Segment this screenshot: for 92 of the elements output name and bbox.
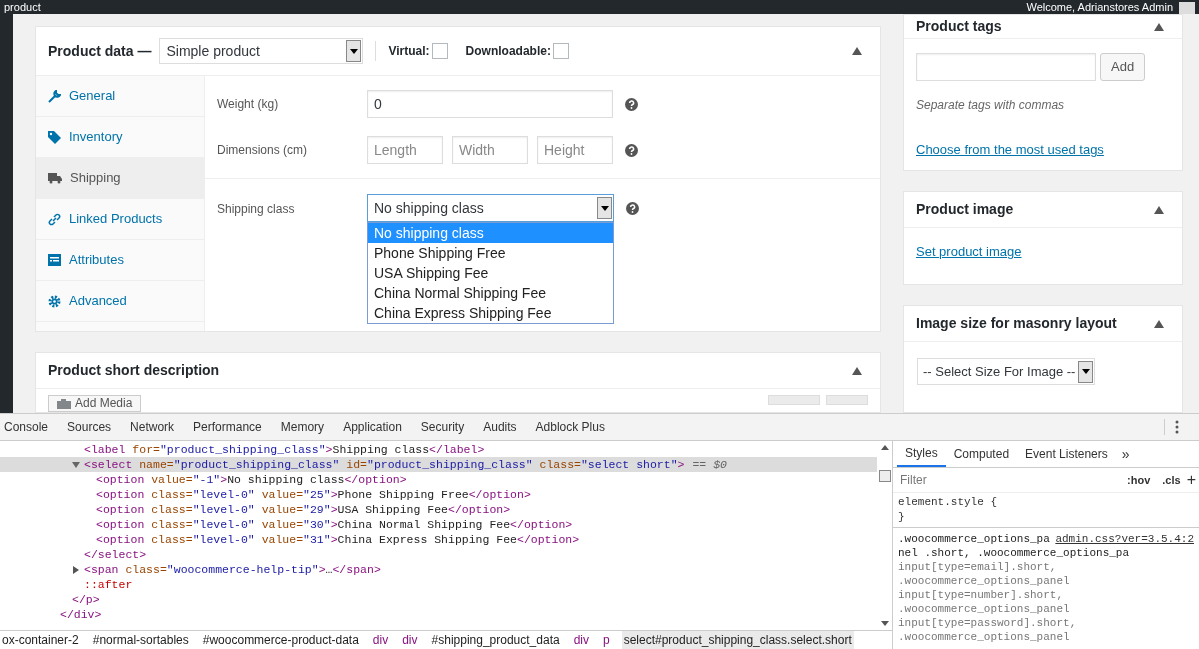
checkbox-label: Downloadable:	[465, 43, 551, 60]
wrench-icon	[48, 89, 61, 103]
breadcrumb-item[interactable]: ox-container-2	[0, 631, 81, 649]
devtools-tab[interactable]: Application	[338, 414, 407, 440]
new-rule-button[interactable]: +	[1186, 472, 1196, 488]
style-line: input[type=email].short,	[898, 560, 1057, 574]
styles-tab[interactable]: Event Listeners	[1017, 441, 1116, 467]
dimension-field[interactable]: Width	[452, 136, 528, 164]
dropdown-option[interactable]: USA Shipping Fee	[368, 263, 613, 283]
collapse-icon[interactable]	[1154, 319, 1164, 328]
collapse-icon[interactable]	[1154, 205, 1164, 214]
welcome-text[interactable]: Welcome, Adrianstores Admin	[1026, 1, 1173, 14]
weight-field[interactable]: 0	[367, 90, 613, 118]
field-label: Weight (kg)	[217, 96, 280, 113]
product-data-tab[interactable]: Attributes	[36, 240, 204, 281]
scroll-thumb[interactable]	[878, 469, 891, 482]
help-icon[interactable]	[625, 143, 638, 157]
styles-tab[interactable]: Computed	[945, 441, 1018, 467]
collapse-icon[interactable]	[852, 366, 862, 375]
breadcrumb-item[interactable]: div	[571, 631, 591, 649]
style-line: input[type=password].short,	[898, 616, 1077, 630]
add-button[interactable]: Add	[1100, 53, 1146, 81]
product-data-tab[interactable]: Linked Products	[36, 199, 204, 240]
devtools-tab[interactable]: Console	[0, 414, 54, 440]
checkbox-label: Virtual:	[388, 43, 430, 60]
devtools-tab[interactable]: Memory	[275, 414, 330, 440]
style-line: element.style {	[898, 495, 999, 510]
truck-icon	[48, 172, 62, 184]
breadcrumb-item[interactable]: #normal-sortables	[90, 631, 191, 649]
dropdown-option[interactable]: Phone Shipping Free	[368, 243, 613, 263]
list-icon	[48, 254, 61, 266]
devtools-tab[interactable]: Audits	[478, 414, 522, 440]
style-line: }	[898, 510, 906, 525]
image-size-select[interactable]: -- Select Size For Image --	[917, 358, 1095, 385]
collapse-icon[interactable]	[1154, 22, 1164, 31]
checkbox[interactable]	[552, 43, 569, 59]
breadcrumb-item[interactable]: #woocommerce-product-data	[200, 631, 361, 649]
dropdown-option[interactable]: China Normal Shipping Fee	[368, 283, 613, 303]
console-reference: == $0	[692, 456, 727, 473]
help-icon[interactable]	[626, 202, 639, 215]
set-image-link[interactable]: Set product image	[916, 242, 1170, 262]
devtools-tab[interactable]: Adblock Plus	[530, 414, 610, 440]
panel-title: Product data —	[48, 41, 152, 61]
scroll-up-icon[interactable]	[880, 445, 889, 450]
dimension-field[interactable]: Height	[537, 136, 613, 164]
style-line: nel .short, .woocommerce_options_pa	[898, 546, 1130, 560]
dimension-field[interactable]: Length	[367, 136, 443, 164]
more-options-icon[interactable]	[1175, 420, 1179, 434]
devtools-tab[interactable]: Performance	[188, 414, 267, 440]
devtools-tab[interactable]: Network	[125, 414, 180, 440]
breadcrumb-item[interactable]: div	[400, 631, 420, 649]
dropdown-option[interactable]: China Express Shipping Fee	[368, 303, 613, 323]
most-used-tags-link[interactable]: Choose from the most used tags	[916, 140, 1170, 160]
panel-title: Product short description	[48, 361, 220, 380]
cls-button[interactable]: .cls	[1162, 471, 1181, 489]
page-title: product	[4, 1, 41, 14]
hov-button[interactable]: :hov	[1127, 471, 1151, 489]
panel-title: Image size for masonry layout	[916, 314, 1117, 333]
style-line: input[type=number].short,	[898, 588, 1064, 602]
devtools-tab[interactable]: Sources	[62, 414, 117, 440]
field-label: Shipping class	[217, 201, 296, 218]
hint-text: Separate tags with commas	[915, 97, 1066, 114]
panel-title: Product tags	[916, 17, 1002, 36]
link-icon	[48, 212, 61, 226]
camera-icon	[57, 398, 71, 409]
product-data-tab[interactable]: Shipping	[36, 158, 204, 199]
rule-source-link[interactable]: admin.css?ver=3.5.4:2	[1055, 532, 1194, 546]
devtools-tab[interactable]: Security	[415, 414, 470, 440]
product-data-tab[interactable]: Advanced	[36, 281, 204, 322]
field-label: Dimensions (cm)	[217, 142, 308, 159]
breadcrumb-item[interactable]: p	[601, 631, 612, 649]
tag-field[interactable]	[916, 53, 1096, 81]
shipping-class-select[interactable]: No shipping class	[367, 194, 614, 222]
style-line: .woocommerce_options_pa	[898, 532, 1050, 546]
add-media-button[interactable]: Add Media	[48, 395, 142, 412]
gear-icon	[48, 294, 61, 308]
breadcrumb-item[interactable]: select#product_shipping_class.select.short	[621, 631, 854, 649]
more-tabs-button[interactable]: »	[1115, 441, 1136, 467]
style-line: .woocommerce_options_panel	[898, 574, 1070, 588]
styles-tab[interactable]: Styles	[897, 441, 946, 467]
help-icon[interactable]	[625, 97, 638, 111]
collapse-icon[interactable]	[852, 47, 862, 55]
panel-title: Product image	[916, 200, 1014, 219]
breadcrumb-item[interactable]: div	[370, 631, 391, 649]
checkbox[interactable]	[431, 43, 448, 59]
style-line: .woocommerce_options_panel	[898, 602, 1070, 616]
breadcrumb-item[interactable]: #shipping_product_data	[429, 631, 562, 649]
tag-icon	[48, 130, 61, 144]
style-line: .woocommerce_options_panel	[898, 630, 1070, 644]
product-data-tab[interactable]: General	[36, 76, 204, 117]
product-type-select[interactable]: Simple product	[159, 38, 364, 64]
scroll-down-icon[interactable]	[880, 621, 889, 626]
